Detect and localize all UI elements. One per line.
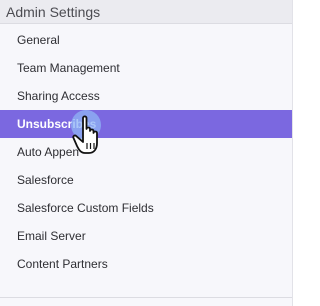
menu-item-salesforce-custom-fields[interactable]: Salesforce Custom Fields — [0, 194, 292, 222]
menu-item-sharing-access[interactable]: Sharing Access — [0, 82, 292, 110]
panel-header: Admin Settings — [0, 0, 292, 24]
menu-item-email-server[interactable]: Email Server — [0, 222, 292, 250]
panel-title: Admin Settings — [6, 3, 101, 20]
menu-item-auto-append[interactable]: Auto Appen — [0, 138, 292, 166]
settings-menu: General Team Management Sharing Access U… — [0, 26, 292, 278]
panel-divider — [0, 297, 292, 298]
menu-item-general[interactable]: General — [0, 26, 292, 54]
menu-item-salesforce[interactable]: Salesforce — [0, 166, 292, 194]
menu-item-unsubscribes[interactable]: Unsubscribes — [0, 110, 292, 138]
admin-settings-panel: Admin Settings General Team Management S… — [0, 0, 293, 306]
menu-item-content-partners[interactable]: Content Partners — [0, 250, 292, 278]
menu-item-team-management[interactable]: Team Management — [0, 54, 292, 82]
